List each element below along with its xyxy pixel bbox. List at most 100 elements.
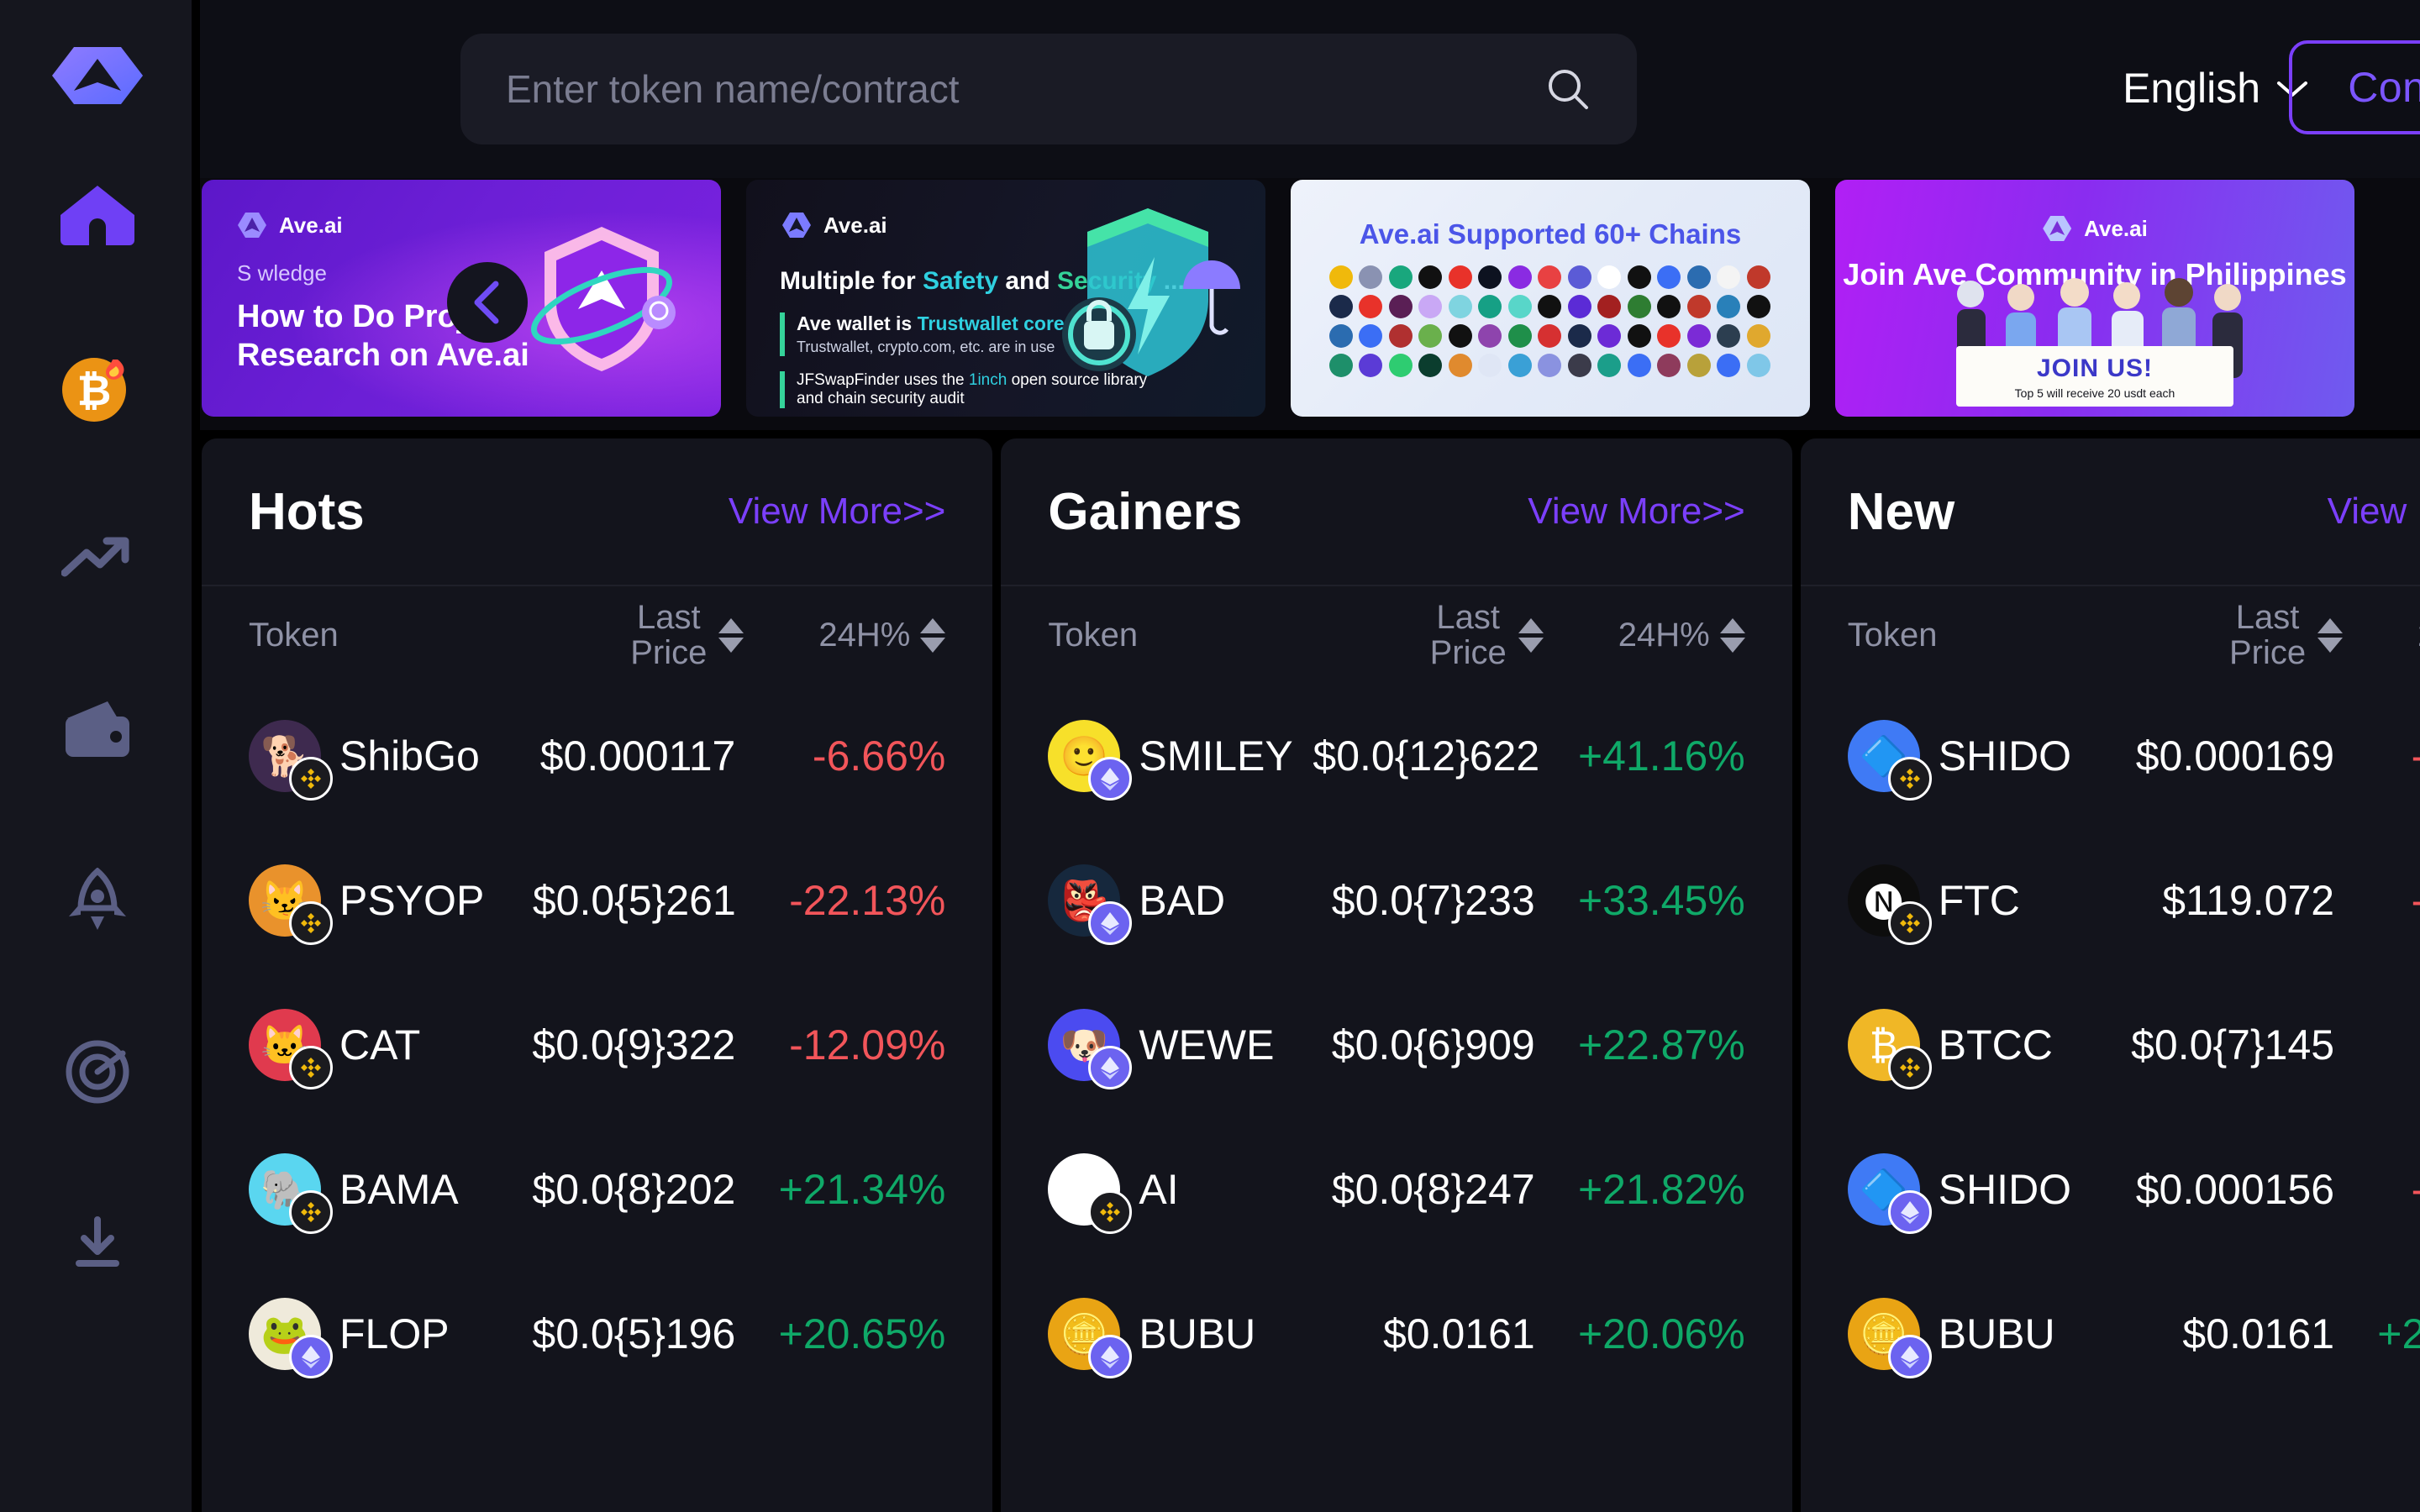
- chain-logo-icon: [1478, 354, 1502, 377]
- search-icon[interactable]: [1544, 66, 1591, 113]
- chain-badge-bnb-icon: [1088, 1190, 1133, 1234]
- view-more-link[interactable]: View More>>: [1528, 491, 1744, 533]
- chain-logo-icon: [1746, 324, 1770, 348]
- table-row[interactable]: ₿ BTCC $0.0{7}145 +2.3%: [1801, 973, 2420, 1117]
- chain-logo-icon: [1329, 324, 1353, 348]
- sidebar-item-radar[interactable]: [50, 1025, 145, 1119]
- connect-button[interactable]: Connect: [2289, 40, 2420, 134]
- token-change: +41.16%: [1577, 732, 1745, 780]
- table-row[interactable]: 🐕 ShibGo $0.000117 -6.66%: [202, 684, 992, 828]
- chain-logo-icon: [1538, 354, 1562, 377]
- sort-asc-icon[interactable]: [1518, 617, 1544, 633]
- column-header-price[interactable]: Last Price: [1350, 599, 1544, 671]
- sidebar-item-download[interactable]: [50, 1196, 145, 1290]
- ave-logo-icon[interactable]: [47, 32, 148, 119]
- chain-logo-icon: [1567, 265, 1591, 289]
- chain-logo-icon: [1418, 295, 1443, 318]
- table-row[interactable]: 🪙 BUBU $0.0161 +20.06%: [1001, 1262, 1791, 1406]
- column-header-change[interactable]: 24H%: [2343, 617, 2420, 654]
- chain-logo-icon: [1538, 295, 1562, 318]
- avatar: 🐸: [249, 1298, 333, 1378]
- table-row[interactable]: 🐸 FLOP $0.0{5}196 +20.65%: [202, 1262, 992, 1406]
- chain-logo-icon: [1597, 265, 1622, 289]
- chain-logo-icon: [1746, 265, 1770, 289]
- change-header-label: 24H%: [1618, 616, 1710, 654]
- token-symbol: BUBU: [1938, 1310, 2055, 1357]
- sort-desc-icon[interactable]: [718, 637, 744, 653]
- sort-asc-icon[interactable]: [2317, 617, 2344, 633]
- sort-control[interactable]: [2317, 617, 2344, 653]
- panel-hots: Hots View More>> Token LastPrice 24H% 🐕: [202, 438, 993, 1512]
- sidebar-item-trending[interactable]: [50, 511, 145, 605]
- token-change: +33.45%: [1577, 877, 1745, 924]
- banner-supported-chains[interactable]: Ave.ai Supported 60+ Chains: [1291, 180, 1810, 417]
- banner-philippines-community[interactable]: Ave.ai Join Ave Community in Philippines…: [1835, 180, 2354, 417]
- chain-badge-bnb-icon: [289, 901, 333, 945]
- chain-logo-icon: [1686, 354, 1711, 377]
- table-row[interactable]: 🐘 BAMA $0.0{8}202 +21.34%: [202, 1117, 992, 1262]
- chain-logo-icon: [1538, 324, 1562, 348]
- avatar: 🙂: [1048, 720, 1133, 801]
- point2-b: 1inch: [968, 371, 1007, 389]
- rocket-icon: [69, 868, 126, 930]
- avatar: 👺: [1048, 864, 1133, 945]
- chain-logo-icon: [1746, 354, 1770, 377]
- column-header-price[interactable]: Last Price: [2149, 599, 2344, 671]
- table-row[interactable]: 👺 BAD $0.0{7}233 +33.45%: [1001, 828, 1791, 973]
- table-row[interactable]: 🔷 SHIDO $0.000156 -1.82%: [1801, 1117, 2420, 1262]
- column-header-token: Token: [249, 616, 339, 654]
- view-more-link[interactable]: View More>>: [2328, 491, 2420, 533]
- column-header-price[interactable]: Last Price: [550, 599, 744, 671]
- table-row[interactable]: 🅝 FTC $119.072 -1.32%: [1801, 828, 2420, 973]
- chain-logo-icon: [1478, 295, 1502, 318]
- sort-desc-icon[interactable]: [920, 637, 946, 653]
- sidebar-item-home[interactable]: [50, 168, 145, 262]
- sort-control[interactable]: [1719, 617, 1745, 653]
- sort-control[interactable]: [1518, 617, 1544, 653]
- sort-control[interactable]: [718, 617, 744, 653]
- chain-logo-icon: [1717, 324, 1741, 348]
- token-change: +20.06%: [2377, 1310, 2420, 1357]
- chain-logo-icon: [1448, 265, 1472, 289]
- search-bar[interactable]: [460, 34, 1637, 144]
- sort-desc-icon[interactable]: [1719, 637, 1745, 653]
- token-change: +22.87%: [1577, 1021, 1745, 1068]
- sidebar-item-hot[interactable]: ₿: [50, 339, 145, 433]
- sort-desc-icon[interactable]: [1518, 637, 1544, 653]
- table-row[interactable]: 🅰 AI $0.0{8}247 +21.82%: [1001, 1117, 1791, 1262]
- token-symbol: BUBU: [1139, 1310, 1256, 1357]
- view-more-link[interactable]: View More>>: [729, 491, 945, 533]
- token-price: $0.0161: [1382, 1310, 1535, 1357]
- sort-asc-icon[interactable]: [1719, 617, 1745, 633]
- token-price: $0.0{7}145: [2131, 1021, 2335, 1068]
- column-header-change[interactable]: 24H%: [744, 617, 946, 654]
- banner-brand-text: Ave.ai: [823, 212, 887, 238]
- language-selector[interactable]: English: [2123, 42, 2309, 134]
- ave-logo-icon: [238, 213, 266, 238]
- table-row[interactable]: 🙂 SMILEY $0.0{12}622 +41.16%: [1001, 684, 1791, 828]
- search-input[interactable]: [506, 66, 1544, 112]
- token-price: $0.0161: [2182, 1310, 2335, 1357]
- avatar: 🐶: [1048, 1009, 1133, 1089]
- sort-asc-icon[interactable]: [718, 617, 744, 633]
- chain-badge-eth-icon: [1887, 1190, 1932, 1234]
- sort-desc-icon[interactable]: [2317, 637, 2344, 653]
- carousel-prev-button[interactable]: [447, 262, 528, 343]
- banner-safety-security[interactable]: Ave.ai Multiple for Safety and Security …: [746, 180, 1265, 417]
- sidebar-item-launch[interactable]: [50, 853, 145, 948]
- table-row[interactable]: 🔷 SHIDO $0.000169 -0.42%: [1801, 684, 2420, 828]
- table-row[interactable]: 🐶 WEWE $0.0{6}909 +22.87%: [1001, 973, 1791, 1117]
- table-row[interactable]: 😼 PSYOP $0.0{5}261 -22.13%: [202, 828, 992, 973]
- table-row[interactable]: 🐱 CAT $0.0{9}322 -12.09%: [202, 973, 992, 1117]
- shield-search-icon: [530, 227, 676, 371]
- trending-up-icon: [61, 537, 129, 577]
- chain-logo-icon: [1418, 354, 1443, 377]
- column-header-change[interactable]: 24H%: [1544, 617, 1745, 654]
- sort-control[interactable]: [920, 617, 946, 653]
- token-change: +21.82%: [1577, 1166, 1745, 1213]
- sort-asc-icon[interactable]: [920, 617, 946, 633]
- table-row[interactable]: 🪙 BUBU $0.0161 +20.06%: [1801, 1262, 2420, 1406]
- chain-logo-icon: [1507, 265, 1532, 289]
- chain-logo-icon: [1507, 354, 1532, 377]
- sidebar-item-wallet[interactable]: [50, 682, 145, 776]
